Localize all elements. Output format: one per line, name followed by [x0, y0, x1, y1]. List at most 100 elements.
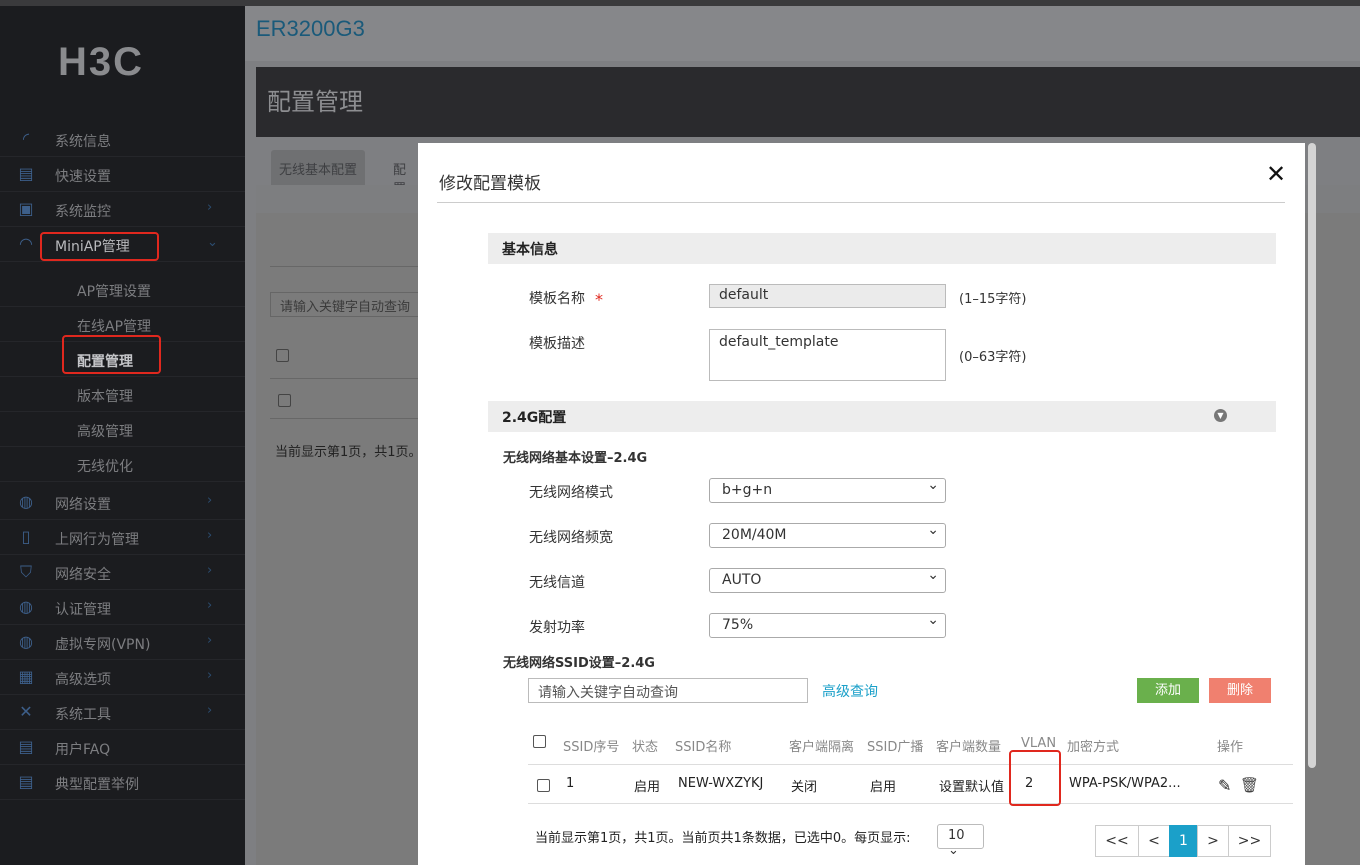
wifi-icon: ◠ [19, 234, 33, 253]
miniap-highlight [40, 232, 159, 261]
col-ssid-name: SSID名称 [675, 740, 732, 755]
sidebar-item[interactable]: ▤ 用户FAQ [0, 730, 245, 765]
sidebar-item-label: 系统信息 [55, 134, 111, 150]
header [245, 6, 1360, 61]
edit-icon[interactable]: ✎ [1218, 776, 1231, 795]
col-ssid-broadcast: SSID广播 [867, 740, 924, 755]
template-desc-textarea[interactable]: default_template [709, 329, 946, 381]
sidebar-item[interactable]: ▤ 典型配置举例 [0, 765, 245, 800]
document-lock-icon: ▯ [21, 527, 31, 546]
submenu-item[interactable]: 高级管理 [0, 412, 245, 447]
channel-select[interactable]: AUTO [709, 567, 946, 593]
desc-hint: (0–63字符) [959, 350, 1027, 365]
cell-encryption: WPA-PSK/WPA2... [1069, 776, 1181, 791]
grid-icon: ▦ [18, 667, 34, 686]
power-label: 发射功率 [529, 620, 585, 636]
power-select[interactable]: 75% [709, 612, 946, 638]
trash-icon[interactable]: 🗑 [1240, 776, 1259, 794]
document-wrench-icon: ▤ [18, 164, 34, 183]
sidebar-item[interactable]: ◜ 系统信息 [0, 122, 245, 157]
chevron-right-icon: › [207, 598, 213, 613]
cell-isolation: 关闭 [791, 780, 818, 795]
sidebar-item[interactable]: ▯ 上网行为管理 › [0, 520, 245, 555]
add-button[interactable]: 添加 [1137, 678, 1199, 703]
submenu-item-label: 版本管理 [77, 389, 133, 405]
sidebar-item[interactable]: ▣ 系统监控 › [0, 192, 245, 227]
sidebar-item-label: 快速设置 [55, 169, 111, 185]
divider [528, 764, 1293, 765]
required-mark: * [595, 290, 603, 309]
sidebar-item[interactable]: ✕ 系统工具 › [0, 695, 245, 730]
sidebar-item-label: 虚拟专网(VPN) [55, 637, 151, 653]
example-icon: ▤ [18, 772, 34, 791]
product-name: ER3200G3 [256, 16, 365, 41]
sidebar-item[interactable]: ▤ 快速设置 [0, 157, 245, 192]
ssid-settings-heading: 无线网络SSID设置–2.4G [503, 656, 655, 671]
sidebar-item[interactable]: ◍ 网络设置 › [0, 485, 245, 520]
sidebar-item-label: 典型配置举例 [55, 777, 139, 793]
sidebar-item-label: 上网行为管理 [55, 532, 139, 548]
advanced-query-link[interactable]: 高级查询 [822, 681, 878, 701]
sidebar-item[interactable]: ◍ 虚拟专网(VPN) › [0, 625, 245, 660]
col-vlan: VLAN [1021, 736, 1057, 751]
brand-logo: H3C [58, 40, 145, 84]
sidebar-item[interactable]: ▦ 高级选项 › [0, 660, 245, 695]
chevron-right-icon: › [207, 563, 213, 578]
chevron-right-icon: › [207, 528, 213, 543]
chevron-right-icon: › [207, 668, 213, 683]
page-size-select[interactable]: 10 ⌄ [937, 824, 984, 858]
prev-page-button[interactable]: < [1138, 825, 1170, 857]
sidebar-item-label: 认证管理 [55, 602, 111, 618]
modal-title: 修改配置模板 [439, 174, 541, 194]
submenu-item-label: 无线优化 [77, 459, 133, 475]
chevron-right-icon: › [207, 493, 213, 508]
name-hint: (1–15字符) [959, 292, 1027, 307]
bg-row-checkbox[interactable] [278, 394, 291, 407]
page-1-button[interactable]: 1 [1169, 825, 1198, 857]
chevron-right-icon: › [207, 200, 213, 215]
row-checkbox[interactable] [537, 779, 550, 792]
submenu-item[interactable]: 无线优化 [0, 447, 245, 482]
chevron-right-icon: › [207, 633, 213, 648]
vlan-highlight [1009, 750, 1061, 806]
divider [270, 418, 420, 419]
collapse-icon[interactable]: ▼ [1214, 409, 1227, 422]
desc-label: 模板描述 [529, 336, 585, 352]
bg-search-input[interactable]: 请输入关键字自动查询 [270, 292, 420, 317]
cell-index: 1 [566, 776, 575, 791]
submenu-item-label: 高级管理 [77, 424, 133, 440]
sidebar-item-label: 高级选项 [55, 672, 111, 688]
section-2g-config[interactable]: 2.4G配置 [488, 401, 1276, 432]
sidebar-item[interactable]: ⛉ 网络安全 › [0, 555, 245, 590]
sidebar-item-label: 用户FAQ [55, 742, 111, 758]
sidebar-item[interactable]: ◍ 认证管理 › [0, 590, 245, 625]
globe-vpn-icon: ◍ [19, 632, 33, 651]
col-actions: 操作 [1217, 740, 1244, 755]
ssid-search-input[interactable]: 请输入关键字自动查询 [528, 678, 808, 703]
modal-scrollbar[interactable] [1308, 143, 1316, 768]
submenu-item-label: 在线AP管理 [77, 319, 152, 335]
close-icon[interactable]: ✕ [1266, 160, 1286, 188]
tab-wireless-basic[interactable]: 无线基本配置 [271, 150, 366, 185]
col-status: 状态 [632, 740, 659, 755]
first-page-button[interactable]: << [1095, 825, 1139, 857]
divider [528, 803, 1293, 804]
name-label: 模板名称 [529, 291, 585, 307]
submenu-item[interactable]: 版本管理 [0, 377, 245, 412]
last-page-button[interactable]: >> [1228, 825, 1271, 857]
submenu-item[interactable]: AP管理设置 [0, 272, 245, 307]
bg-select-all-checkbox[interactable] [276, 349, 289, 362]
mode-select[interactable]: b+g+n [709, 477, 946, 503]
sidebar-item-label: 系统监控 [55, 204, 111, 220]
table-footer: 当前显示第1页，共1页。当前页共1条数据，已选中0。每页显示: [535, 831, 911, 846]
shield-icon: ⛉ [19, 562, 32, 581]
col-client-count: 客户端数量 [936, 740, 1002, 755]
monitor-chart-icon: ▣ [18, 199, 34, 218]
bandwidth-select[interactable]: 20M/40M [709, 522, 946, 548]
next-page-button[interactable]: > [1197, 825, 1229, 857]
mode-label: 无线网络模式 [529, 485, 613, 501]
sidebar-item-label: 系统工具 [55, 707, 111, 723]
select-all-checkbox[interactable] [533, 735, 546, 748]
delete-button[interactable]: 删除 [1209, 678, 1271, 703]
template-name-input[interactable]: default [709, 284, 946, 308]
